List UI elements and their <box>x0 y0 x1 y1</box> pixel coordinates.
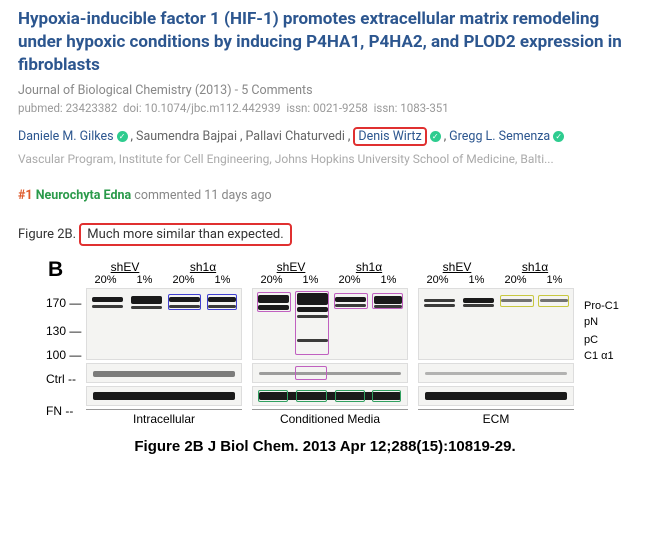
article-title[interactable]: Hypoxia-inducible factor 1 (HIF-1) promo… <box>18 8 632 77</box>
doi[interactable]: 10.1074/jbc.m112.442939 <box>145 101 281 115</box>
panel-conditioned: shEVsh1α 20%1%20%1% <box>252 260 408 426</box>
sep: , <box>444 129 446 144</box>
panel-label: B <box>48 258 63 282</box>
author: Pallavi Chaturvedi <box>245 129 344 144</box>
comment-user-link[interactable]: Neurochyta Edna <box>36 188 132 203</box>
comment-meta: commented 11 days ago <box>134 188 271 203</box>
issn1[interactable]: 0021-9258 <box>313 101 368 115</box>
sep: , <box>131 129 133 144</box>
verified-icon: ✓ <box>117 131 128 142</box>
author-link[interactable]: Gregg L. Semenza <box>449 129 550 144</box>
highlighted-note: Much more similar than expected. <box>79 223 291 246</box>
author: Saumendra Bajpai <box>136 129 237 144</box>
author-link[interactable]: Daniele M. Gilkes <box>18 129 114 144</box>
panel-intracellular: shEVsh1α 20%1%20%1% Intracellular <box>86 260 242 426</box>
pubmed-id[interactable]: 23423382 <box>66 101 118 115</box>
figure-image: B 170 — 130 — 100 — Ctrl -- FN -- shEVsh… <box>18 254 632 455</box>
author-list: Daniele M. Gilkes✓, Saumendra Bajpai, Pa… <box>18 127 632 146</box>
issn1-label: issn: <box>286 101 310 115</box>
pubmed-label: pubmed: <box>18 101 63 115</box>
comment-body: Figure 2B. Much more similar than expect… <box>18 223 632 246</box>
identifiers: pubmed: 23423382 doi: 10.1074/jbc.m112.4… <box>18 101 632 115</box>
comment-header: #1 Neurochyta Edna commented 11 days ago <box>18 188 632 203</box>
sep: , <box>240 129 242 144</box>
comments-link[interactable]: 5 Comments <box>241 83 312 98</box>
band-labels: Pro-C1 pN pC C1 α1 <box>584 260 628 366</box>
author-link[interactable]: Denis Wirtz <box>358 129 421 144</box>
journal-year: (2013) <box>195 83 232 98</box>
sep: , <box>348 129 350 144</box>
panel-ecm: shEVsh1α 20%1%20%1% ECM <box>418 260 574 426</box>
comment-number: #1 <box>18 188 33 203</box>
affiliation: Vascular Program, Institute for Cell Eng… <box>18 152 632 166</box>
mw-labels: 170 — 130 — 100 — Ctrl -- FN -- <box>46 260 76 425</box>
issn2[interactable]: 1083-351 <box>400 101 448 115</box>
highlighted-author-box: Denis Wirtz <box>353 127 426 146</box>
verified-icon: ✓ <box>430 131 441 142</box>
figure-caption: Figure 2B J Biol Chem. 2013 Apr 12;288(1… <box>18 438 632 455</box>
journal-line: Journal of Biological Chemistry (2013) -… <box>18 83 632 98</box>
figure-ref: Figure 2B. <box>18 227 76 242</box>
journal-link[interactable]: Journal of Biological Chemistry <box>18 83 192 98</box>
doi-label: doi: <box>123 101 142 115</box>
issn2-label: issn: <box>374 101 398 115</box>
verified-icon: ✓ <box>553 131 564 142</box>
